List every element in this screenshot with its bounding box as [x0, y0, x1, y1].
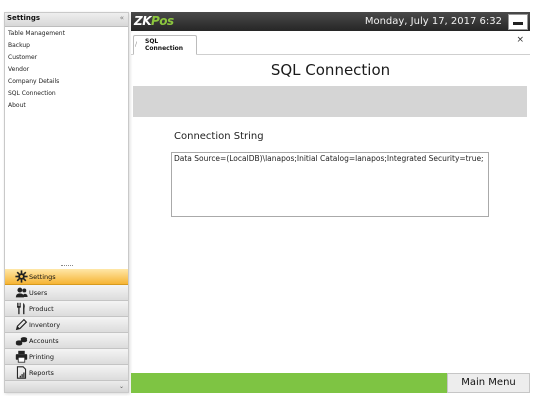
tab-label-line1: SQL [145, 38, 159, 45]
title-band [133, 86, 527, 117]
settings-list: Table Management Backup Customer Vendor … [5, 27, 128, 112]
printer-icon [15, 350, 28, 363]
nav-accounts-button[interactable]: Accounts [5, 333, 128, 349]
fork-knife-icon [17, 302, 25, 315]
settings-sidebar: Settings « Table Management Backup Custo… [4, 12, 129, 393]
zkpos-logo: ZKPos [134, 14, 174, 28]
nav-product-label: Product [29, 305, 54, 313]
pencil-icon [15, 318, 28, 331]
nav-accounts-label: Accounts [29, 337, 59, 345]
coins-icon [15, 337, 28, 346]
tab-label-line2: Connection [145, 45, 184, 52]
nav-settings-label: Settings [29, 273, 56, 281]
nav-reports-button[interactable]: Reports [5, 365, 128, 381]
nav-inventory-label: Inventory [29, 321, 61, 329]
users-icon [15, 287, 28, 298]
sidebar-item-table-management[interactable]: Table Management [5, 28, 128, 40]
status-bar [131, 373, 447, 393]
sidebar-header: Settings « [5, 13, 128, 27]
nav-printing-button[interactable]: Printing [5, 349, 128, 365]
nav-settings-button[interactable]: Settings [5, 269, 128, 285]
document-tabstrip: / SQL Connection × [131, 33, 530, 55]
nav-product-button[interactable]: Product [5, 301, 128, 317]
connection-string-label: Connection String [174, 131, 264, 142]
report-icon [16, 366, 27, 379]
module-nav: Settings Users Product Inventory Account… [5, 269, 128, 381]
minimize-icon [513, 22, 523, 25]
chevron-down-icon[interactable]: ⌄ [119, 383, 124, 390]
sidebar-splitter[interactable] [5, 264, 128, 268]
sidebar-item-company-details[interactable]: Company Details [5, 76, 128, 88]
sidebar-item-backup[interactable]: Backup [5, 40, 128, 52]
gear-icon [15, 270, 28, 283]
nav-printing-label: Printing [29, 353, 55, 361]
minimize-button[interactable] [508, 14, 528, 30]
main-menu-button[interactable]: Main Menu [447, 373, 530, 393]
sidebar-item-vendor[interactable]: Vendor [5, 64, 128, 76]
page-title: SQL Connection [270, 61, 391, 79]
splitter-grip[interactable] [61, 265, 73, 266]
sidebar-item-sql-connection[interactable]: SQL Connection [5, 88, 128, 100]
nav-users-button[interactable]: Users [5, 285, 128, 301]
nav-reports-label: Reports [29, 369, 54, 377]
tab-sql-connection[interactable]: / SQL Connection [133, 35, 197, 55]
sidebar-footer: ⌄ [5, 380, 128, 392]
sidebar-title: Settings [7, 14, 41, 22]
connection-string-input[interactable]: Data Source=(LocalDB)\lanapos;Initial Ca… [171, 152, 489, 217]
nav-users-label: Users [29, 289, 48, 297]
sidebar-item-about[interactable]: About [5, 100, 128, 112]
tab-edge: / [135, 41, 138, 48]
nav-inventory-button[interactable]: Inventory [5, 317, 128, 333]
datetime-display: Monday, July 17, 2017 6:32 [364, 16, 502, 27]
logo-zk: ZK [134, 14, 152, 28]
collapse-icon[interactable]: « [120, 14, 124, 22]
app-topbar: ZKPos Monday, July 17, 2017 6:32 [131, 12, 530, 31]
logo-pos: Pos [151, 14, 174, 28]
close-icon[interactable]: × [516, 35, 524, 45]
sidebar-item-customer[interactable]: Customer [5, 52, 128, 64]
